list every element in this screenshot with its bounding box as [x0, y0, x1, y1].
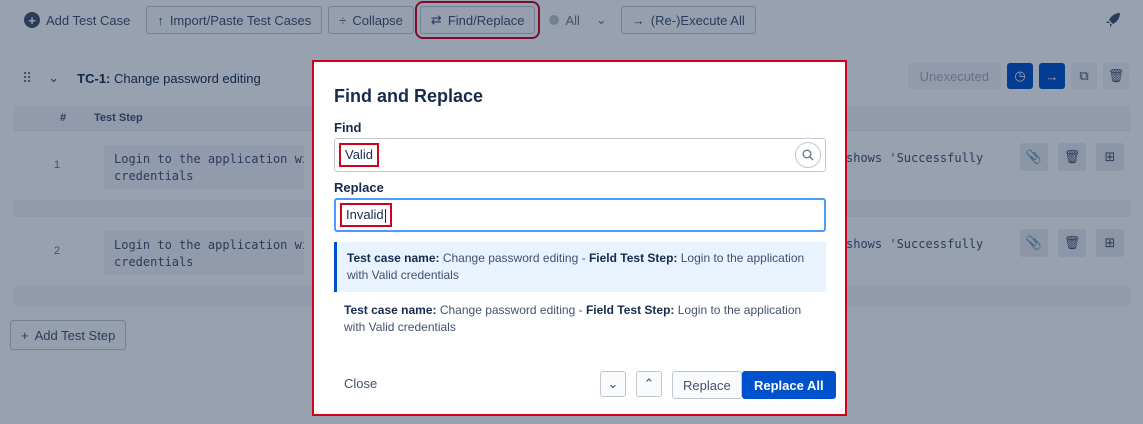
search-result-item[interactable]: Test case name: Change password editing … [334, 294, 826, 344]
result-case-name: Change password editing - [442, 251, 586, 265]
search-icon[interactable] [795, 142, 821, 168]
replace-label: Replace [334, 180, 384, 195]
chevron-up-icon: ⌃ [643, 376, 655, 391]
replace-value: Invalid [340, 203, 392, 227]
text-caret [384, 208, 386, 223]
next-match-button[interactable]: ⌄ [600, 371, 626, 397]
chevron-down-icon: ⌄ [607, 376, 619, 391]
replace-button[interactable]: Replace [672, 371, 742, 399]
close-button[interactable]: Close [344, 368, 377, 398]
result-field-label: Field Test Step: [588, 251, 678, 265]
find-value: Valid [339, 143, 379, 167]
result-case-label: Test case name: [344, 303, 437, 317]
dialog-title: Find and Replace [334, 86, 484, 106]
find-input[interactable]: Valid [334, 138, 826, 172]
dialog-footer: Close ⌄ ⌃ Replace Replace All [314, 362, 845, 402]
find-replace-dialog: Find and Replace Find Valid Replace Inva… [312, 60, 847, 416]
find-label: Find [334, 120, 362, 135]
result-case-name: Change password editing - [439, 303, 583, 317]
result-case-label: Test case name: [347, 251, 440, 265]
replace-input[interactable]: Invalid [334, 198, 826, 232]
result-field-label: Field Test Step: [585, 303, 675, 317]
replace-all-button[interactable]: Replace All [742, 371, 836, 399]
search-result-item[interactable]: Test case name: Change password editing … [334, 242, 826, 292]
previous-match-button[interactable]: ⌃ [636, 371, 662, 397]
replace-value-text: Invalid [346, 207, 384, 222]
